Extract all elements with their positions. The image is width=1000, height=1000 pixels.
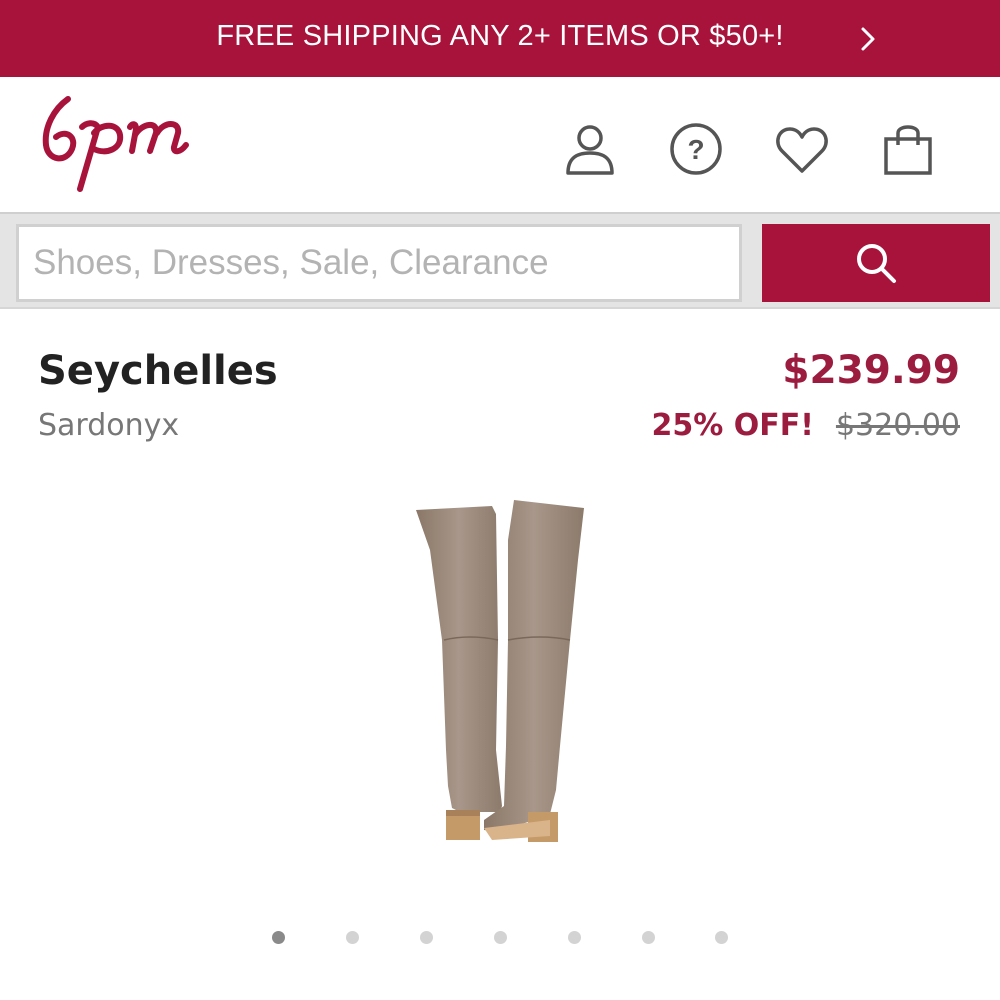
- carousel-dot[interactable]: [346, 931, 359, 944]
- discount-label: 25% OFF!: [651, 408, 814, 443]
- favorites-icon[interactable]: [774, 121, 830, 177]
- carousel-dot[interactable]: [420, 931, 433, 944]
- carousel-dot[interactable]: [642, 931, 655, 944]
- logo[interactable]: 6pm: [36, 93, 211, 193]
- search-icon: [857, 244, 896, 283]
- search-button[interactable]: [762, 224, 990, 302]
- carousel-dots: [0, 931, 1000, 945]
- discount-row: 25% OFF! $320.00: [652, 408, 960, 443]
- sale-price: $239.99: [782, 348, 960, 393]
- help-icon[interactable]: ?: [668, 121, 724, 177]
- search-bar: [0, 212, 1000, 309]
- original-price: $320.00: [835, 408, 960, 443]
- promo-banner[interactable]: FREE SHIPPING ANY 2+ ITEMS OR $50+!: [0, 0, 1000, 77]
- product-image[interactable]: [400, 490, 600, 850]
- promo-text: FREE SHIPPING ANY 2+ ITEMS OR $50+!: [216, 20, 784, 52]
- product-color: Sardonyx: [38, 408, 180, 443]
- carousel-dot[interactable]: [494, 931, 507, 944]
- chevron-right-icon: [861, 27, 875, 51]
- shopping-bag-icon[interactable]: [880, 121, 936, 177]
- svg-text:?: ?: [687, 134, 704, 165]
- brand-name[interactable]: Seychelles: [38, 348, 278, 394]
- carousel-dot[interactable]: [568, 931, 581, 944]
- search-input[interactable]: [16, 224, 742, 302]
- carousel-dot[interactable]: [272, 931, 285, 944]
- header: 6pm ?: [0, 77, 1000, 213]
- carousel-dot[interactable]: [715, 931, 728, 944]
- account-icon[interactable]: [562, 121, 618, 177]
